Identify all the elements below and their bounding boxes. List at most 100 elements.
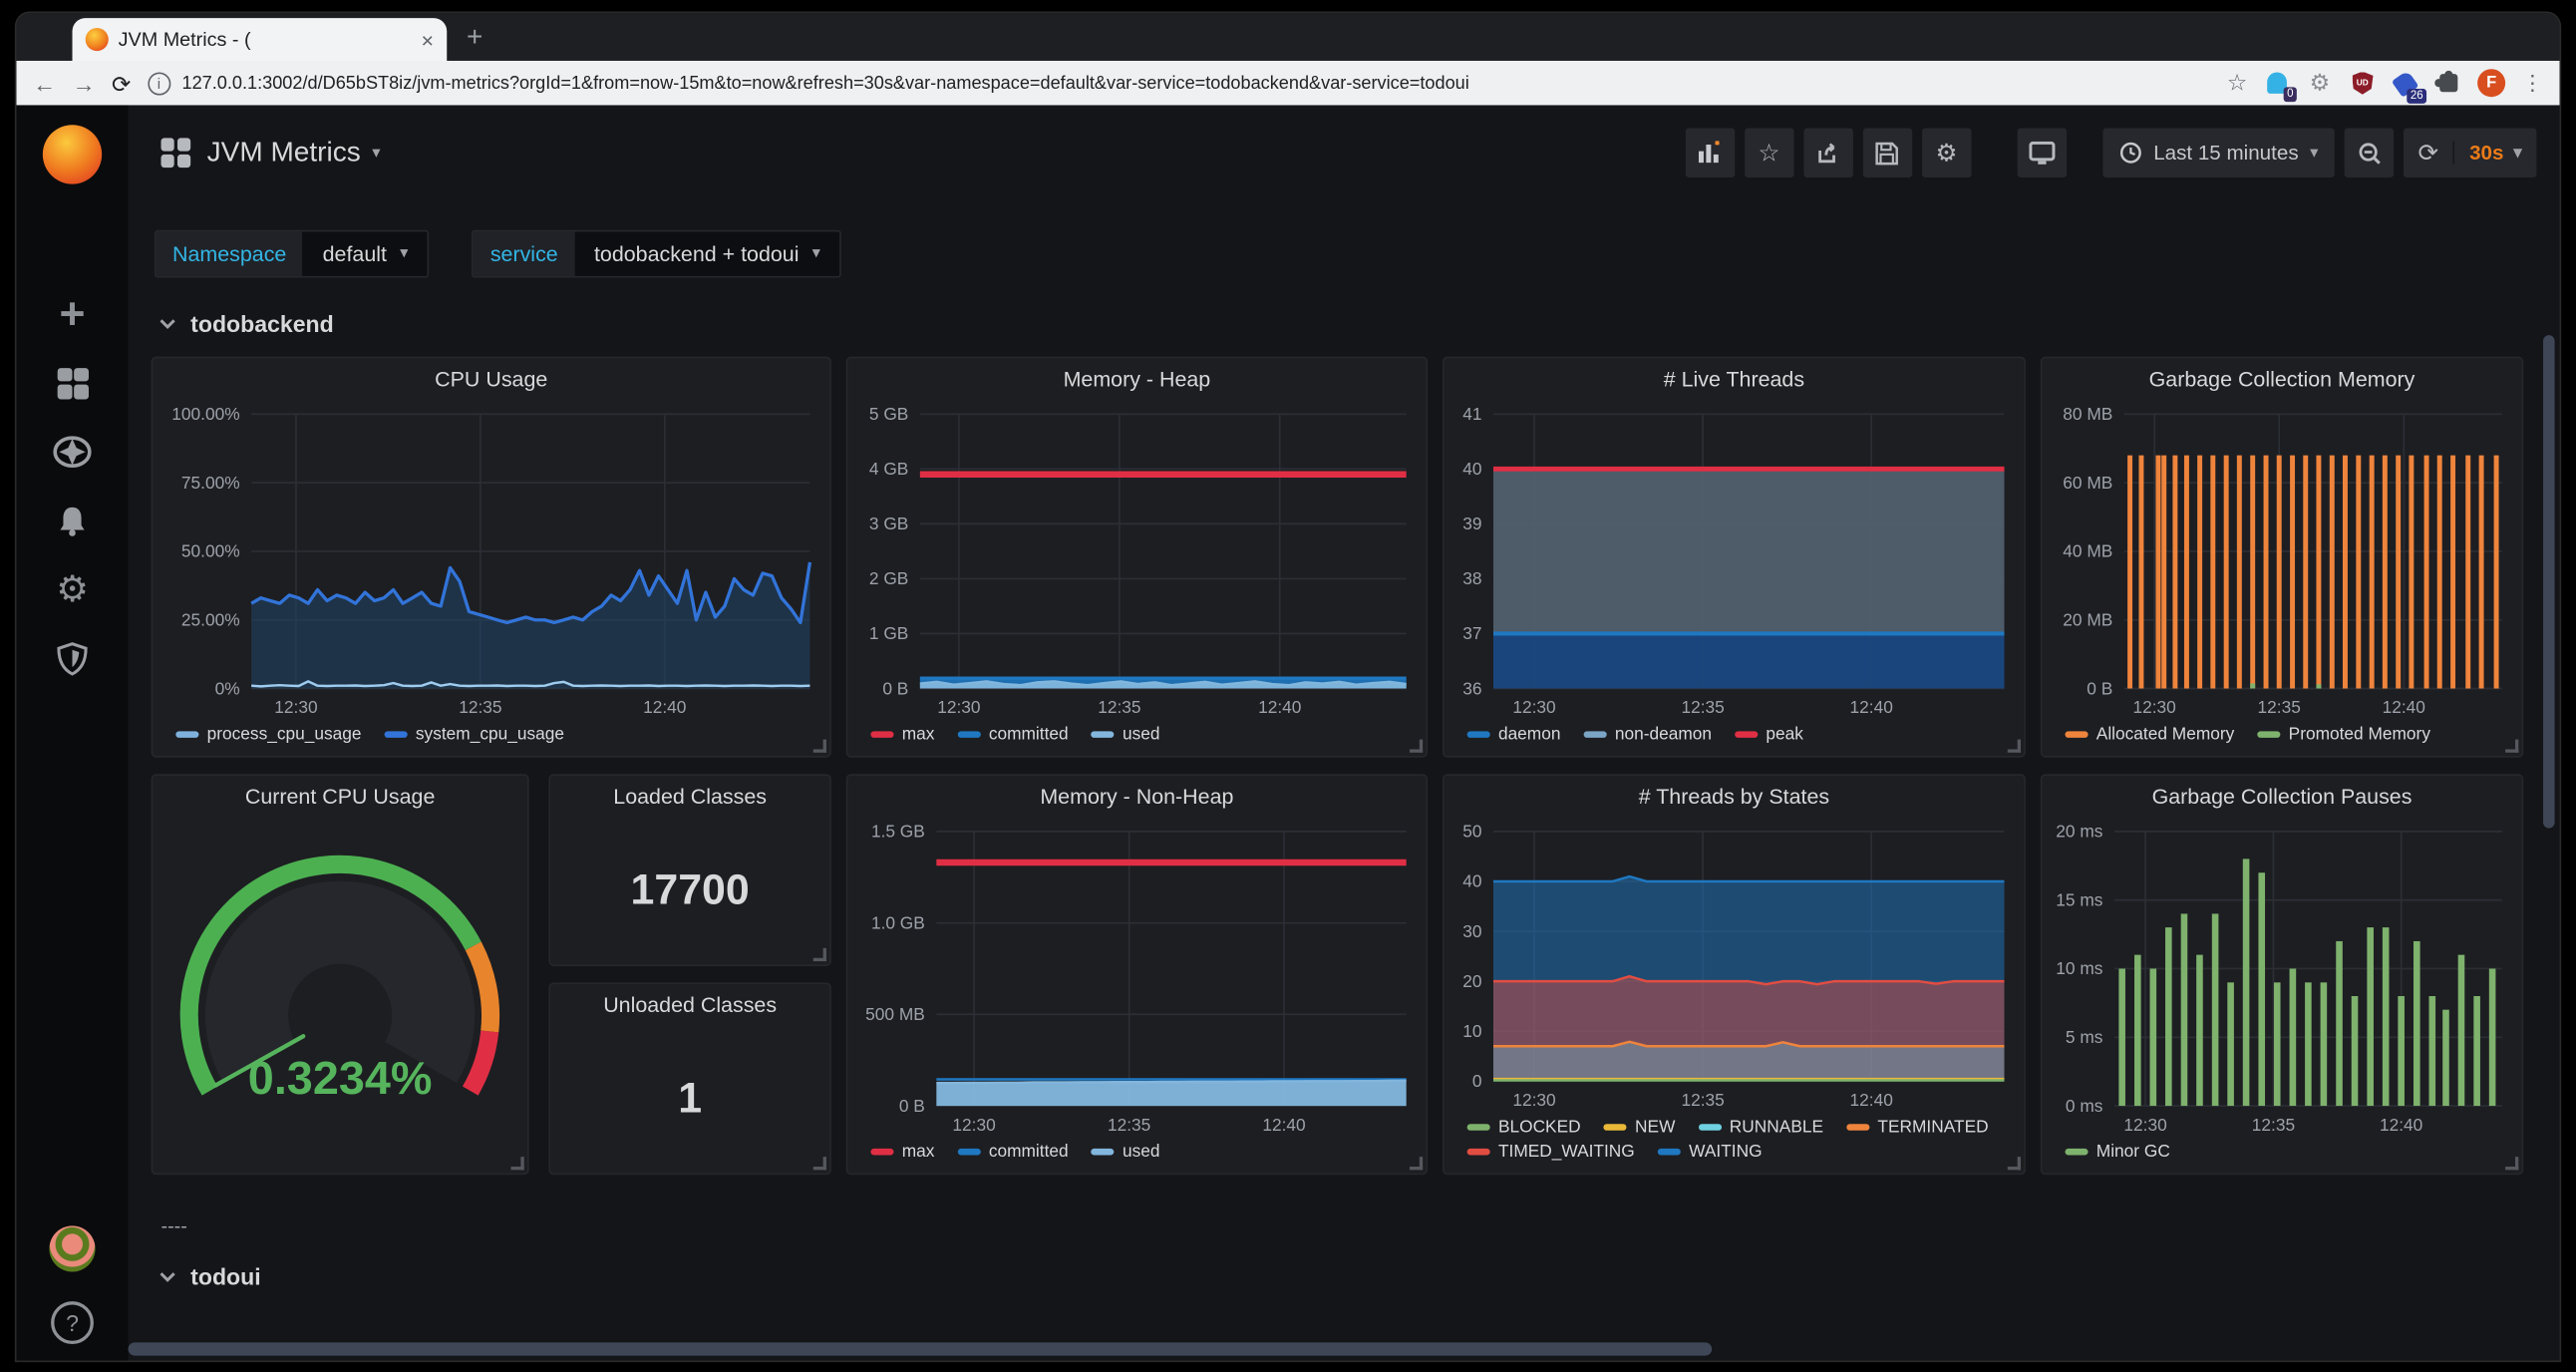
panel-resize-handle[interactable] [2008,740,2021,753]
panel-resize-handle[interactable] [2505,1157,2518,1170]
new-tab-button[interactable]: + [467,21,483,54]
sidebar-item-dashboards[interactable] [38,348,107,417]
add-panel-button[interactable] [1686,129,1735,177]
legend-item[interactable]: used [1092,1142,1160,1162]
legend-item[interactable]: Minor GC [2065,1142,2169,1162]
browser-menu-icon[interactable]: ⋮ [2522,70,2543,96]
user-avatar[interactable] [49,1225,95,1271]
legend-label: Promoted Memory [2289,725,2430,745]
legend-item[interactable]: non-deamon [1584,725,1712,745]
legend-item[interactable]: committed [958,725,1069,745]
dashboard-title[interactable]: JVM Metrics [207,137,361,170]
cycle-view-button[interactable] [2017,129,2066,177]
legend-item[interactable]: Allocated Memory [2065,725,2234,745]
panel-title[interactable]: Garbage Collection Memory [2042,358,2521,398]
legend-item[interactable]: max [870,1142,934,1162]
legend-item[interactable]: Promoted Memory [2257,725,2430,745]
sidebar-item-alerting[interactable] [38,487,107,555]
panel-resize-handle[interactable] [511,1157,524,1170]
panel-resize-handle[interactable] [2505,740,2518,753]
dashboard-settings-button[interactable]: ⚙ [1922,129,1971,177]
sidebar-item-configuration[interactable]: ⚙ [38,555,107,624]
legend-item[interactable]: peak [1735,725,1803,745]
panel-title[interactable]: CPU Usage [153,358,829,398]
panel-resize-handle[interactable] [1410,740,1423,753]
zoom-out-button[interactable] [2345,129,2394,177]
legend-item[interactable]: BLOCKED [1467,1118,1581,1138]
profile-avatar[interactable]: F [2477,69,2505,97]
sidebar-item-explore[interactable] [38,418,107,487]
legend-item[interactable]: TERMINATED [1846,1118,1989,1138]
panel-title[interactable]: Memory - Non-Heap [847,776,1426,816]
panel-title[interactable]: Loaded Classes [550,776,829,816]
legend-item[interactable]: committed [958,1142,1069,1162]
forward-icon[interactable]: → [73,72,96,95]
settings-extension-icon[interactable]: ⚙ [2307,70,2333,96]
panel-title[interactable]: Current CPU Usage [153,776,527,816]
panel-title[interactable]: Garbage Collection Pauses [2042,776,2521,816]
variable-value-dropdown[interactable]: default ▾ [303,231,428,275]
bookmark-star-icon[interactable]: ☆ [2227,69,2248,97]
sidebar-item-server-admin[interactable] [38,624,107,693]
refresh-button[interactable]: ⟳ [2404,138,2452,168]
chart[interactable]: 0 B20 MB40 MB60 MB80 MB12:3012:3512:40 [2049,398,2515,722]
chart[interactable]: 36373839404112:3012:3512:40 [1450,398,2018,722]
site-info-icon[interactable]: i [148,72,170,95]
scrollbar-thumb[interactable] [2543,335,2555,828]
chart[interactable]: 0 B500 MB1.0 GB1.5 GB12:3012:3512:40 [854,815,1420,1139]
time-range-picker[interactable]: Last 15 minutes ▾ [2102,129,2335,177]
legend-item[interactable]: process_cpu_usage [175,725,361,745]
sidebar-item-create[interactable]: + [38,279,107,348]
chart[interactable]: 0 B1 GB2 GB3 GB4 GB5 GB12:3012:3512:40 [854,398,1420,722]
share-dashboard-button[interactable] [1803,129,1852,177]
ublock-shield-icon[interactable]: UD [2350,70,2376,96]
panel-resize-handle[interactable] [813,948,826,961]
legend-item[interactable]: WAITING [1658,1142,1763,1162]
panel-title[interactable]: # Threads by States [1445,776,2025,816]
browser-tab[interactable]: JVM Metrics - ( × [73,18,448,61]
help-icon[interactable]: ? [51,1301,94,1344]
tag-extension-icon[interactable]: 26 [2392,70,2417,96]
star-dashboard-button[interactable]: ☆ [1745,129,1793,177]
ghostery-extension-icon[interactable]: 0 [2264,70,2290,96]
refresh-interval-picker[interactable]: 30s ▾ [2453,142,2537,165]
panel-title[interactable]: # Live Threads [1445,358,2025,398]
panel-resize-handle[interactable] [813,740,826,753]
row-header-todobackend[interactable]: todobackend [158,310,2536,336]
legend-item[interactable]: RUNNABLE [1698,1118,1823,1138]
chart[interactable]: 0 ms5 ms10 ms15 ms20 ms12:3012:3512:40 [2049,815,2515,1139]
legend-item[interactable]: NEW [1604,1118,1676,1138]
url-field[interactable]: i 127.0.0.1:3002/d/D65bST8iz/jvm-metrics… [148,72,2210,95]
vertical-scrollbar[interactable] [2543,246,2555,1298]
panel-title[interactable]: Memory - Heap [847,358,1426,398]
panel-unloaded: Unloaded Classes1 [548,982,830,1175]
grafana-logo-icon[interactable] [43,125,102,183]
reload-icon[interactable]: ⟳ [112,72,131,95]
panel-title[interactable]: Unloaded Classes [550,984,829,1024]
chart[interactable]: 0102030405012:3012:3512:40 [1450,815,2018,1114]
variable-value-dropdown[interactable]: todobackend + todoui ▾ [574,231,840,275]
legend-item[interactable]: max [870,725,934,745]
horizontal-scrollbar[interactable] [129,1342,2527,1355]
legend-item[interactable]: system_cpu_usage [385,725,564,745]
panel-resize-handle[interactable] [813,1157,826,1170]
url-text[interactable]: 127.0.0.1:3002/d/D65bST8iz/jvm-metrics?o… [181,73,1468,93]
extensions-puzzle-icon[interactable] [2434,70,2460,96]
legend-label: non-deamon [1615,725,1712,745]
variable-service: service todobackend + todoui ▾ [473,230,842,278]
title-caret-icon[interactable]: ▾ [372,144,380,162]
panel-heap: Memory - Heap0 B1 GB2 GB3 GB4 GB5 GB12:3… [846,357,1428,758]
panel-resize-handle[interactable] [1410,1157,1423,1170]
chart-area: 0 B20 MB40 MB60 MB80 MB12:3012:3512:40 [2042,398,2521,722]
back-icon[interactable]: ← [33,72,56,95]
legend-item[interactable]: TIMED_WAITING [1467,1142,1635,1162]
tab-close-icon[interactable]: × [422,27,435,52]
row-header-todoui[interactable]: todoui [158,1263,2536,1289]
panel-resize-handle[interactable] [2008,1157,2021,1170]
legend-item[interactable]: daemon [1467,725,1561,745]
panel-gcpause: Garbage Collection Pauses0 ms5 ms10 ms15… [2041,774,2524,1175]
scrollbar-thumb[interactable] [129,1342,1712,1355]
chart[interactable]: 0%25.00%50.00%75.00%100.00%12:3012:3512:… [160,398,823,722]
legend-item[interactable]: used [1092,725,1160,745]
save-dashboard-button[interactable] [1863,129,1912,177]
